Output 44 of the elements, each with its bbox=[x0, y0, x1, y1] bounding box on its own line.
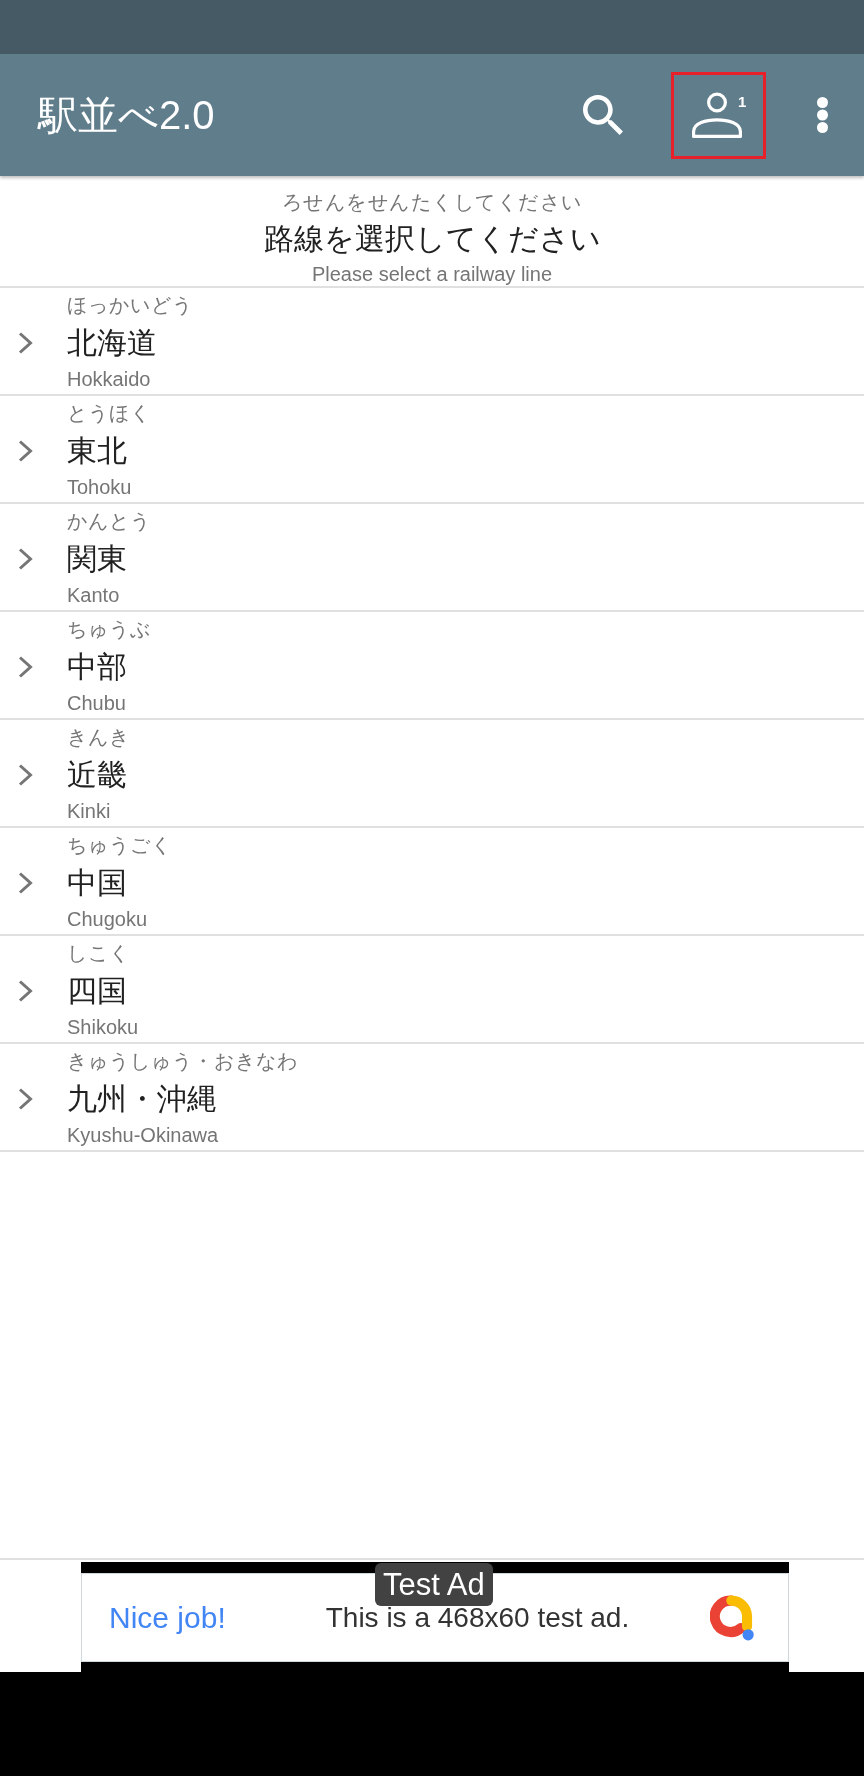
region-english-name: Hokkaido bbox=[67, 367, 151, 392]
ad-logo-icon bbox=[710, 1594, 756, 1641]
badge-count: 1 bbox=[738, 93, 747, 109]
page-subtitle: Please select a railway line bbox=[311, 262, 553, 286]
account-button[interactable]: 1 bbox=[671, 71, 766, 159]
region-list-item[interactable]: ちゅうごく 中国 Chugoku bbox=[0, 828, 864, 936]
region-name: 関東 bbox=[67, 541, 127, 577]
region-english-name: Kyushu-Okinawa bbox=[67, 1123, 219, 1148]
region-english-name: Chugoku bbox=[67, 907, 148, 932]
region-list-item[interactable]: きゅうしゅう・おきなわ 九州・沖縄 Kyushu-Okinawa bbox=[0, 1044, 864, 1152]
search-icon bbox=[583, 95, 623, 135]
region-reading: ちゅうぶ bbox=[67, 617, 151, 642]
page-title: 路線を選択してください bbox=[263, 221, 601, 257]
test-ad-label: Test Ad bbox=[375, 1563, 493, 1606]
region-english-name: Kinki bbox=[67, 799, 111, 824]
region-list-item[interactable]: とうほく 東北 Tohoku bbox=[0, 396, 864, 504]
region-reading: きゅうしゅう・おきなわ bbox=[67, 1049, 298, 1074]
region-name: 中国 bbox=[67, 865, 127, 901]
region-reading: ちゅうごく bbox=[67, 833, 172, 858]
region-name: 近畿 bbox=[67, 757, 127, 793]
region-english-name: Shikoku bbox=[67, 1015, 139, 1040]
reading-text: ろせんをせんたくしてください bbox=[281, 190, 583, 215]
region-name: 東北 bbox=[67, 433, 127, 469]
region-list-item[interactable]: かんとう 関東 Kanto bbox=[0, 504, 864, 612]
region-name: 北海道 bbox=[67, 325, 157, 361]
ad-text: This is a 468x60 test ad. bbox=[325, 1603, 630, 1632]
more-icon bbox=[816, 97, 828, 133]
region-reading: かんとう bbox=[67, 509, 151, 534]
region-english-name: Chubu bbox=[67, 691, 126, 716]
ad-headline: Nice job! bbox=[109, 1602, 226, 1633]
region-reading: きんき bbox=[67, 725, 130, 750]
region-reading: しこく bbox=[67, 941, 130, 966]
region-list-item[interactable]: ちゅうぶ 中部 Chubu bbox=[0, 612, 864, 720]
region-list-item[interactable]: しこく 四国 Shikoku bbox=[0, 936, 864, 1044]
region-reading: とうほく bbox=[67, 401, 151, 426]
region-name: 九州・沖縄 bbox=[67, 1081, 217, 1117]
region-list-item[interactable]: きんき 近畿 Kinki bbox=[0, 720, 864, 828]
region-english-name: Tohoku bbox=[67, 475, 132, 500]
region-reading: ほっかいどう bbox=[67, 293, 193, 318]
region-english-name: Kanto bbox=[67, 583, 120, 608]
region-name: 中部 bbox=[67, 649, 127, 685]
region-name: 四国 bbox=[67, 973, 127, 1009]
app-title: 駅並べ2.0 bbox=[38, 95, 215, 135]
region-list-item[interactable]: ほっかいどう 北海道 Hokkaido bbox=[0, 288, 864, 396]
